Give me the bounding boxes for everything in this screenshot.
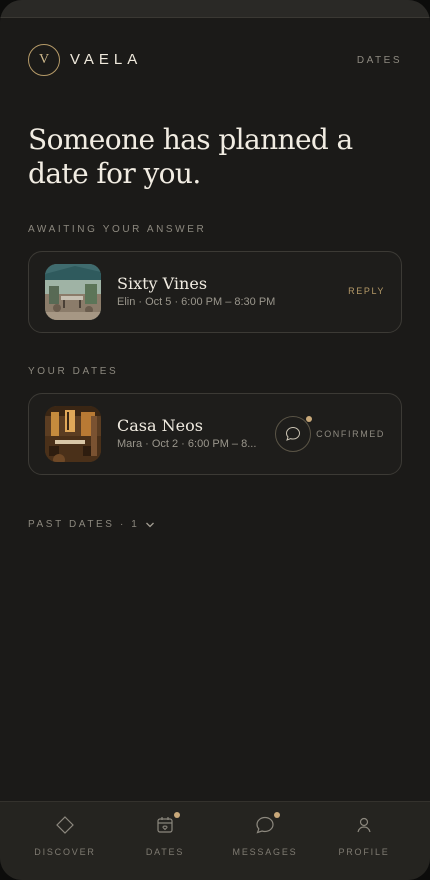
awaiting-date-card[interactable]: Sixty Vines Elin · Oct 5 · 6:00 PM – 8:3… (28, 251, 402, 333)
your-dates-section-label: YOUR DATES (28, 366, 119, 377)
nav-item-dates[interactable]: DATES (115, 812, 215, 857)
nav-item-messages[interactable]: MESSAGES (215, 812, 315, 857)
venue-name: Casa Neos (117, 416, 203, 435)
status-badge: CONFIRMED (316, 429, 385, 439)
nav-label: DISCOVER (34, 847, 96, 857)
nav-badge (174, 812, 180, 818)
venue-thumbnail (45, 264, 101, 320)
diamond-icon (54, 814, 76, 836)
past-dates-label: PAST DATES · 1 (28, 519, 140, 530)
awaiting-section-label: AWAITING YOUR ANSWER (28, 224, 207, 235)
nav-label: PROFILE (338, 847, 390, 857)
reply-button[interactable]: REPLY (348, 286, 385, 296)
bottom-navigation: DISCOVER DATES MESSAGES PROFILE (0, 801, 430, 880)
venue-name: Sixty Vines (117, 274, 208, 293)
dates-link[interactable]: DATES (357, 55, 402, 66)
logo-mark: V (28, 44, 60, 76)
chevron-down-icon (146, 522, 155, 527)
person-icon (353, 814, 375, 836)
venue-thumbnail (45, 406, 101, 462)
confirmed-date-card[interactable]: Casa Neos Mara · Oct 2 · 6:00 PM – 8... … (28, 393, 402, 475)
nav-label: DATES (145, 847, 185, 857)
calendar-icon (154, 812, 180, 836)
unread-dot (306, 416, 312, 422)
chat-bubble-icon (254, 812, 280, 836)
date-details: Elin · Oct 5 · 6:00 PM – 8:30 PM (117, 296, 276, 308)
nav-badge (274, 812, 280, 818)
brand-name: VAELA (70, 51, 143, 68)
date-details: Mara · Oct 2 · 6:00 PM – 8... (117, 438, 257, 450)
past-dates-toggle[interactable]: PAST DATES · 1 (28, 519, 155, 530)
app-screen: V VAELA DATES Someone has planned a date… (0, 0, 430, 880)
nav-label: MESSAGES (232, 847, 298, 857)
page-headline: Someone has planned a date for you. (28, 123, 353, 190)
chat-button[interactable] (275, 416, 312, 452)
nav-item-discover[interactable]: DISCOVER (15, 814, 115, 857)
status-bar (0, 0, 430, 18)
nav-item-profile[interactable]: PROFILE (314, 814, 414, 857)
chat-bubble-icon (285, 426, 301, 441)
app-header: V VAELA DATES (28, 44, 402, 78)
